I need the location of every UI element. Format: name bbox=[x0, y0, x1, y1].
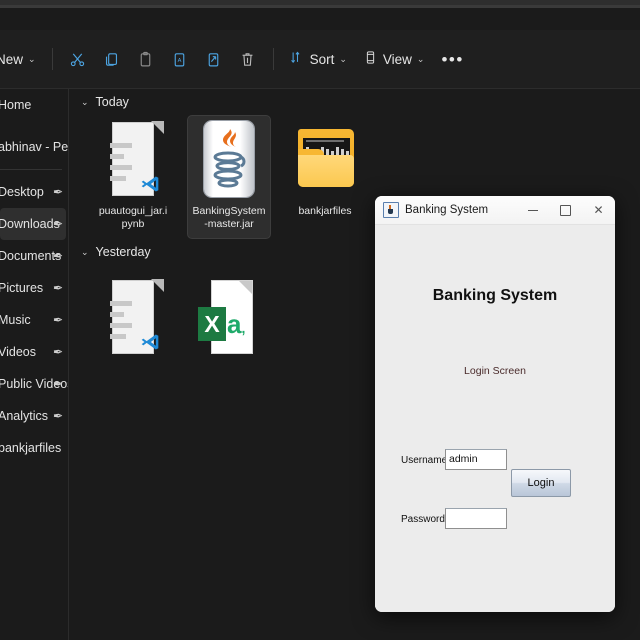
close-button[interactable]: ✕ bbox=[582, 196, 615, 224]
sort-button[interactable]: Sort ⌄ bbox=[282, 45, 355, 73]
sidebar-item-videos[interactable]: Videos ✒ bbox=[0, 336, 66, 368]
username-label: Username: bbox=[401, 455, 450, 466]
paste-button[interactable] bbox=[129, 43, 163, 75]
rename-icon: A bbox=[171, 51, 188, 68]
java-jar-icon bbox=[198, 121, 260, 197]
pin-icon: ✒ bbox=[52, 313, 63, 327]
file-group-label: Today bbox=[95, 95, 129, 109]
new-button-label: New bbox=[0, 51, 24, 67]
see-more-button[interactable]: ••• bbox=[432, 49, 472, 70]
copy-icon bbox=[103, 51, 120, 68]
file-group-header-today[interactable]: ⌄ Today bbox=[69, 89, 640, 115]
sidebar-item-documents[interactable]: Documents ✒ bbox=[0, 240, 66, 272]
chevron-down-icon: ⌄ bbox=[81, 96, 89, 107]
chevron-down-icon: ⌄ bbox=[416, 53, 425, 64]
dialog-title-text: Banking System bbox=[405, 204, 489, 216]
sidebar-item-label: Analytics bbox=[0, 409, 49, 423]
sidebar-item-label: bankjarfiles bbox=[0, 441, 62, 455]
view-label: View bbox=[382, 51, 412, 67]
excel-document-icon: a, X bbox=[198, 279, 260, 355]
sidebar-item-label: Pictures bbox=[0, 281, 44, 295]
chevron-down-icon: ⌄ bbox=[81, 246, 89, 257]
dialog-subheading: Login Screen bbox=[464, 365, 526, 377]
pin-icon: ✒ bbox=[52, 345, 63, 359]
copy-button[interactable] bbox=[95, 43, 129, 75]
view-icon bbox=[363, 50, 378, 68]
file-tile-label: BankingSystem-master.jar bbox=[192, 205, 266, 230]
sidebar-item-bankjarfiles[interactable]: bankjarfiles bbox=[0, 432, 66, 464]
sidebar-item-analytics[interactable]: Analytics ✒ bbox=[0, 400, 66, 432]
file-tile[interactable]: a, X bbox=[187, 273, 271, 371]
pin-icon: ✒ bbox=[52, 377, 63, 391]
svg-text:A: A bbox=[178, 57, 182, 63]
login-button[interactable]: Login bbox=[511, 469, 571, 497]
share-icon bbox=[205, 51, 222, 68]
sidebar-item-pictures[interactable]: Pictures ✒ bbox=[0, 272, 66, 304]
sort-label: Sort bbox=[309, 51, 335, 67]
folder-icon bbox=[294, 121, 356, 197]
banking-system-window[interactable]: Banking System ✕ Banking System Login Sc… bbox=[375, 196, 615, 612]
ipynb-document-icon bbox=[102, 279, 164, 355]
username-input[interactable]: admin bbox=[445, 449, 507, 470]
sidebar-item-label: Videos bbox=[0, 345, 36, 359]
toolbar-divider-2 bbox=[272, 48, 274, 70]
new-button[interactable]: New ⌄ bbox=[0, 47, 44, 72]
view-button[interactable]: View ⌄ bbox=[355, 45, 433, 73]
file-tile[interactable]: puautogui_jar.ipynb bbox=[91, 115, 175, 239]
password-input[interactable] bbox=[445, 508, 507, 529]
trash-icon bbox=[239, 51, 256, 68]
file-tile[interactable] bbox=[91, 273, 175, 371]
scissors-icon bbox=[69, 51, 86, 68]
chevron-down-icon: ⌄ bbox=[28, 53, 36, 64]
dialog-title-bar[interactable]: Banking System ✕ bbox=[375, 196, 615, 225]
window-chrome-strip-secondary bbox=[0, 5, 640, 8]
sidebar-item-label: Downloads bbox=[0, 217, 60, 231]
navigation-sidebar[interactable]: Homeabhinav - PersonalDesktop✒Downloads✒… bbox=[0, 89, 68, 640]
dialog-body: Banking System Login Screen Username: ad… bbox=[375, 225, 615, 612]
sort-icon bbox=[290, 50, 305, 68]
pin-icon: ✒ bbox=[52, 185, 63, 199]
cut-button[interactable] bbox=[61, 43, 95, 75]
delete-button[interactable] bbox=[231, 43, 265, 75]
sidebar-item-abhinav-personal[interactable]: abhinav - Personal bbox=[0, 131, 68, 163]
rename-button[interactable]: A bbox=[163, 43, 197, 75]
java-coffee-cup-icon bbox=[383, 202, 399, 218]
ipynb-document-icon bbox=[102, 121, 164, 197]
pin-icon: ✒ bbox=[52, 217, 63, 231]
pin-icon: ✒ bbox=[52, 249, 63, 263]
file-group-label: Yesterday bbox=[95, 245, 151, 259]
share-button[interactable] bbox=[197, 43, 231, 75]
sidebar-item-label: Desktop bbox=[0, 185, 44, 199]
file-tile-label: puautogui_jar.ipynb bbox=[98, 205, 168, 230]
dialog-heading: Banking System bbox=[432, 287, 558, 304]
pin-icon: ✒ bbox=[52, 281, 63, 295]
minimize-button[interactable] bbox=[516, 196, 549, 224]
file-tile-label: bankjarfiles bbox=[298, 205, 352, 217]
sidebar-divider bbox=[0, 169, 62, 170]
sidebar-item-desktop[interactable]: Desktop ✒ bbox=[0, 176, 66, 208]
maximize-button[interactable] bbox=[549, 196, 582, 224]
toolbar-divider bbox=[51, 48, 53, 70]
sidebar-item-music[interactable]: Music ✒ bbox=[0, 304, 66, 336]
file-tile[interactable]: bankjarfiles bbox=[283, 115, 367, 239]
file-tile[interactable]: BankingSystem-master.jar bbox=[187, 115, 271, 239]
pin-icon: ✒ bbox=[52, 409, 63, 423]
chevron-down-icon: ⌄ bbox=[339, 53, 347, 64]
sidebar-item-label: Home bbox=[0, 98, 32, 112]
sidebar-item-label: Music bbox=[0, 313, 31, 327]
sidebar-item-downloads[interactable]: Downloads ✒ bbox=[0, 208, 66, 240]
password-label: Password: bbox=[401, 514, 448, 525]
paste-icon bbox=[137, 51, 154, 68]
command-bar: New ⌄ A Sort ⌄ View ⌄ ••• bbox=[0, 30, 640, 88]
sidebar-item-home[interactable]: Home bbox=[0, 89, 66, 121]
sidebar-item-public-videos[interactable]: Public Videos ✒ bbox=[0, 368, 68, 400]
sidebar-item-label: abhinav - Personal bbox=[0, 140, 68, 154]
